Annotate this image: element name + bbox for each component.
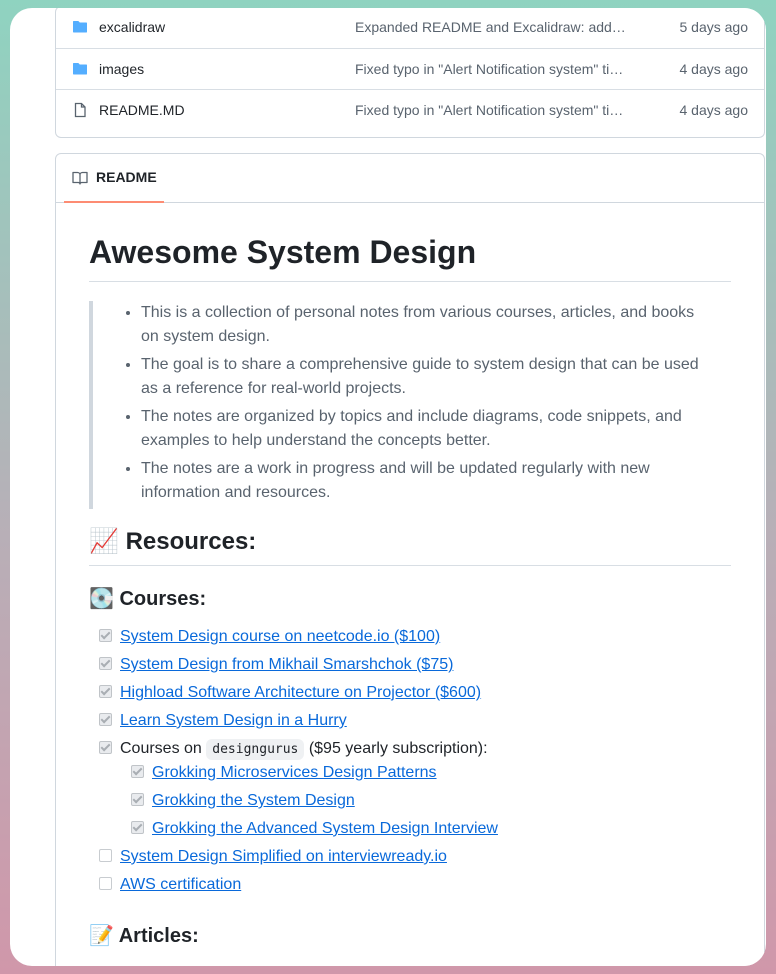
checkbox[interactable] [99,741,112,754]
task-item: AWS certification [99,873,241,897]
task-item: System Design from Mikhail Smarshchok ($… [99,653,453,677]
folder-icon [73,21,87,33]
intro-blockquote: This is a collection of personal notes f… [89,301,713,509]
course-link[interactable]: System Design course on neetcode.io ($10… [120,628,440,645]
task-item: Grokking Microservices Design Patterns [131,761,437,785]
commit-age: 5 days ago [679,19,749,35]
checkbox[interactable] [99,629,112,642]
courses-on-prefix: Courses on [120,740,202,757]
task-item: System Design course on neetcode.io ($10… [99,625,440,649]
checkbox[interactable] [99,713,112,726]
checkbox[interactable] [131,821,144,834]
file-icon [74,102,86,118]
checkbox[interactable] [131,793,144,806]
chart-increasing-icon: 📈 [89,527,119,555]
readme-header: README [56,154,764,203]
minidisc-icon: 💽 [89,586,114,610]
folder-icon [73,63,87,75]
course-link[interactable]: Grokking Microservices Design Patterns [152,764,437,781]
course-link[interactable]: System Design from Mikhail Smarshchok ($… [120,656,453,673]
checkbox[interactable] [131,765,144,778]
list-item: The notes are organized by topics and in… [141,405,713,453]
resources-heading: 📈 Resources: [89,526,731,566]
inline-code: designgurus [206,739,305,760]
course-link[interactable]: Grokking the Advanced System Design Inte… [152,820,498,837]
checkbox[interactable] [99,685,112,698]
file-row[interactable]: images Fixed typo in "Alert Notification… [56,48,764,89]
file-name[interactable]: images [99,49,144,89]
task-item: System Design Simplified on interviewrea… [99,845,447,869]
courses-heading: 💽 Courses: [89,586,207,610]
course-link[interactable]: Highload Software Architecture on Projec… [120,684,481,701]
task-item: Highload Software Architecture on Projec… [99,681,481,705]
browser-frame: excalidraw Expanded README and Excalidra… [10,8,766,966]
commit-message[interactable]: Fixed typo in "Alert Notification system… [355,49,630,89]
course-link[interactable]: AWS certification [120,876,241,893]
task-item: Grokking the Advanced System Design Inte… [131,817,498,841]
list-item: This is a collection of personal notes f… [141,301,713,349]
file-row[interactable]: excalidraw Expanded README and Excalidra… [56,8,764,47]
page-title: Awesome System Design [89,232,731,282]
book-icon [72,171,88,185]
list-item: The notes are a work in progress and wil… [141,457,713,505]
checkbox[interactable] [99,877,112,890]
commit-message[interactable]: Fixed typo in "Alert Notification system… [355,90,630,130]
checkbox[interactable] [99,849,112,862]
commit-message[interactable]: Expanded README and Excalidraw: add… [355,8,630,47]
tab-readme[interactable]: README [64,154,164,203]
checkbox[interactable] [99,657,112,670]
readme-tab-label: README [96,169,157,185]
commit-age: 4 days ago [679,102,749,118]
file-list: excalidraw Expanded README and Excalidra… [55,8,765,138]
course-link[interactable]: Grokking the System Design [152,792,355,809]
task-item: Courses on designgurus ($95 yearly subsc… [99,737,488,762]
course-link[interactable]: Learn System Design in a Hurry [120,712,347,729]
memo-icon: 📝 [89,923,114,947]
course-link[interactable]: System Design Simplified on interviewrea… [120,848,447,865]
list-item: The goal is to share a comprehensive gui… [141,353,713,401]
file-name[interactable]: excalidraw [99,8,165,47]
commit-age: 4 days ago [679,61,749,77]
articles-heading: 📝 Articles: [89,923,199,947]
file-row[interactable]: README.MD Fixed typo in "Alert Notificat… [56,89,764,130]
readme-panel: README Awesome System Design This is a c… [55,153,765,966]
file-name[interactable]: README.MD [99,90,185,130]
task-item: Grokking the System Design [131,789,355,813]
courses-on-suffix: ($95 yearly subscription): [308,740,488,757]
task-item: Learn System Design in a Hurry [99,709,347,733]
